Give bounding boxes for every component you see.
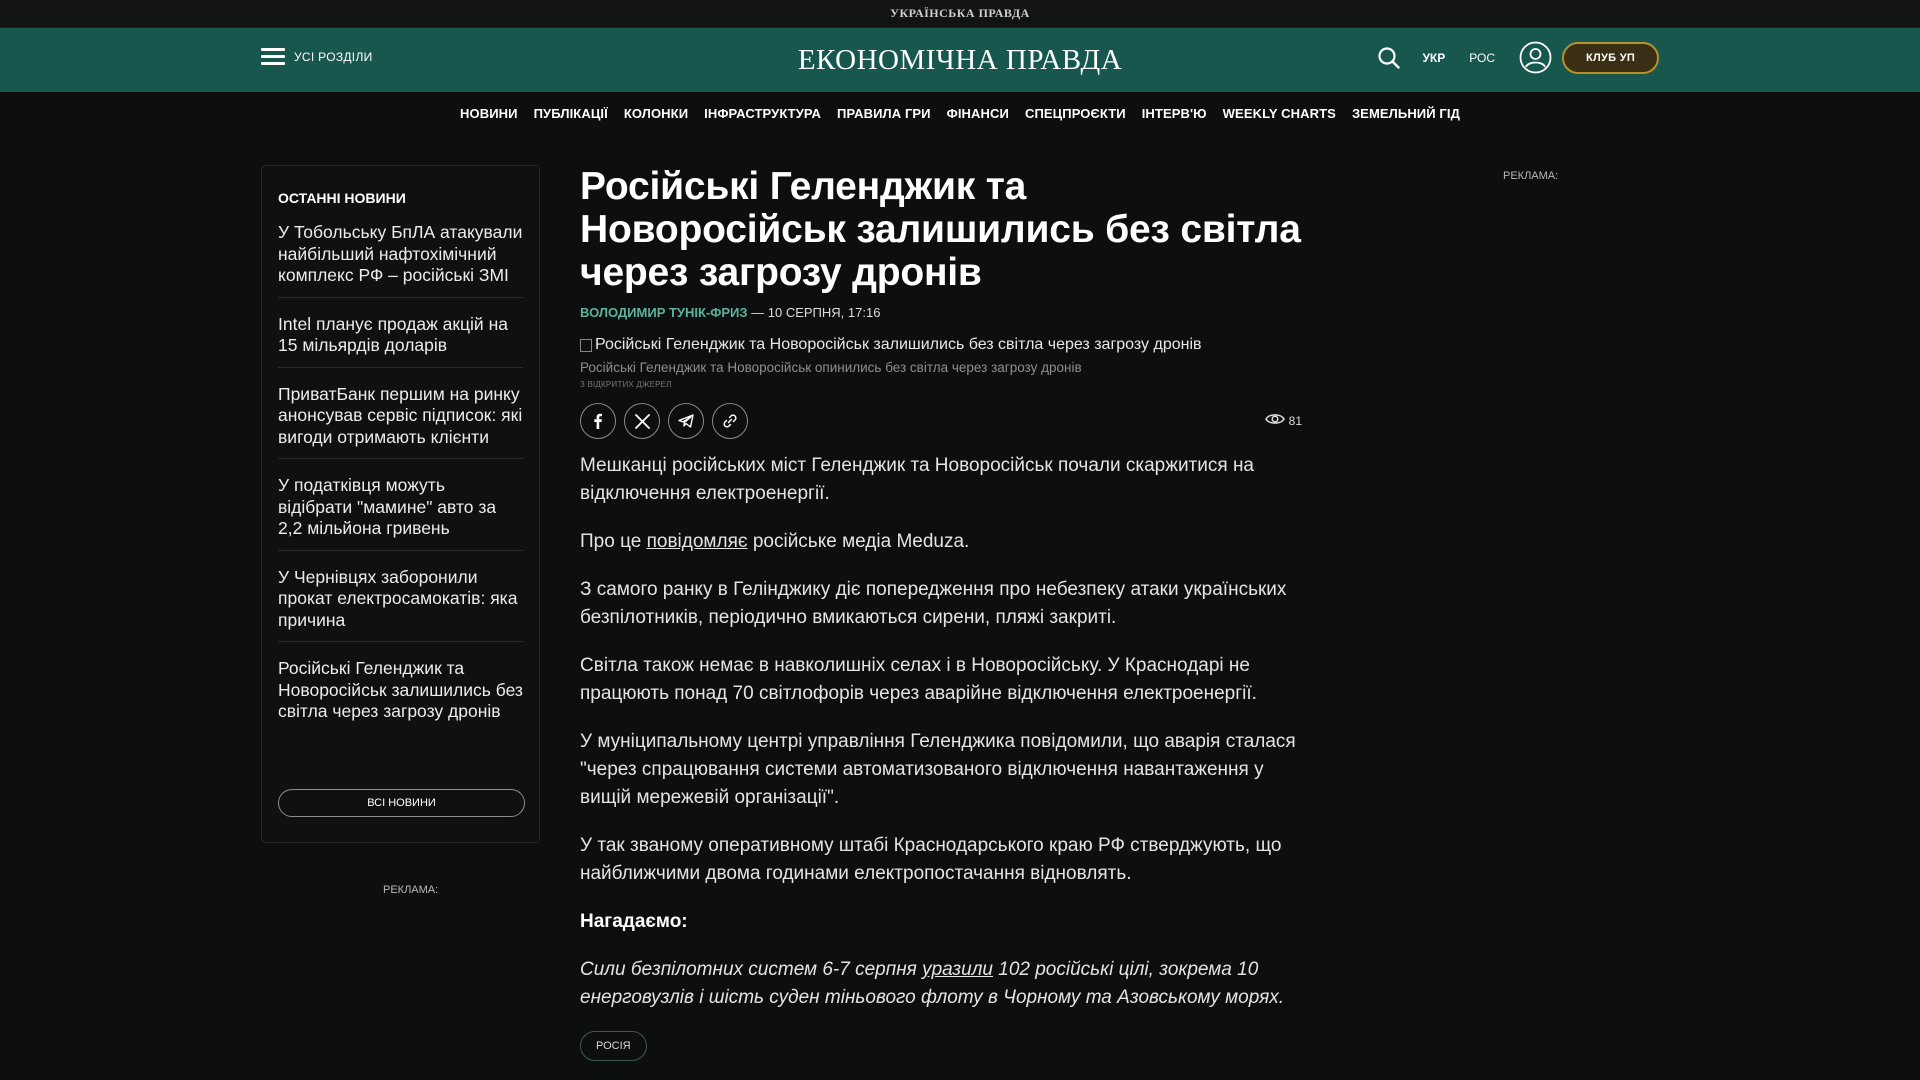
news-item[interactable]: Intel планує продаж акцій на 15 мільярді… bbox=[278, 310, 523, 368]
news-item[interactable]: ПриватБанк першим на ринку анонсував сер… bbox=[278, 380, 523, 459]
top-strip: УКРАЇНСЬКА ПРАВДА bbox=[0, 0, 1920, 28]
views-count: 81 bbox=[1288, 413, 1302, 428]
broken-image-icon bbox=[580, 338, 592, 352]
latest-news-title: ОСТАННІ НОВИНИ bbox=[278, 190, 406, 206]
tag-russia[interactable]: РОСІЯ bbox=[580, 1031, 647, 1061]
reminder-heading: Нагадаємо: bbox=[580, 911, 688, 932]
news-item[interactable]: У Чернівцях заборонили прокат електросам… bbox=[278, 563, 523, 642]
nav-item-news[interactable]: НОВИНИ bbox=[460, 106, 518, 121]
nav-item-infrastructure[interactable]: ІНФРАСТРУКТУРА bbox=[704, 106, 821, 121]
image-alt-text: Російські Геленджик та Новоросійськ зали… bbox=[595, 336, 1202, 353]
news-item[interactable]: Російські Геленджик та Новоросійськ зали… bbox=[278, 654, 523, 733]
news-item[interactable]: У податківця можуть відібрати "мамине" а… bbox=[278, 471, 523, 551]
facebook-icon[interactable] bbox=[580, 403, 616, 439]
lang-ros-link[interactable]: РОС bbox=[1469, 51, 1495, 65]
paragraph: У муніципальному центрі управління Гелен… bbox=[580, 731, 1296, 808]
ad-label-left: РЕКЛАМА: bbox=[383, 884, 439, 896]
main-nav: НОВИНИ ПУБЛІКАЦІЇ КОЛОНКИ ІНФРАСТРУКТУРА… bbox=[0, 92, 1920, 134]
article: Російські Геленджик та Новоросійськ зали… bbox=[580, 165, 1302, 1061]
site-header: УСІ РОЗДІЛИ ЕКОНОМІЧНА ПРАВДА УКР РОС КЛ… bbox=[0, 28, 1920, 92]
paragraph: Світла також немає в навколишніх селах і… bbox=[580, 655, 1257, 704]
nav-item-land-guide[interactable]: ЗЕМЕЛЬНИЙ ГІД bbox=[1352, 106, 1460, 121]
site-network-label[interactable]: УКРАЇНСЬКА ПРАВДА bbox=[890, 6, 1030, 21]
nav-item-publications[interactable]: ПУБЛІКАЦІЇ bbox=[534, 106, 608, 121]
all-news-button[interactable]: ВСІ НОВИНИ bbox=[278, 789, 525, 817]
nav-item-columns[interactable]: КОЛОНКИ bbox=[624, 106, 688, 121]
article-byline: ВОЛОДИМИР ТУНІК-ФРИЗ — 10 СЕРПНЯ, 17:16 bbox=[580, 305, 1302, 320]
nav-item-interview[interactable]: ІНТЕРВ'Ю bbox=[1142, 106, 1207, 121]
author-link[interactable]: ВОЛОДИМИР ТУНІК-ФРИЗ bbox=[580, 305, 748, 320]
image-source: З ВІДКРИТИХ ДЖЕРЕЛ bbox=[580, 380, 672, 389]
search-icon[interactable] bbox=[1376, 45, 1402, 71]
telegram-icon[interactable] bbox=[668, 403, 704, 439]
x-icon[interactable] bbox=[624, 403, 660, 439]
share-bar: 81 bbox=[580, 403, 1302, 439]
nav-item-finance[interactable]: ФІНАНСИ bbox=[947, 106, 1009, 121]
related-link[interactable]: уразили bbox=[922, 959, 993, 980]
latest-news-sidebar: ОСТАННІ НОВИНИ У Тобольську БпЛА атакува… bbox=[261, 165, 540, 843]
source-link[interactable]: повідомляє bbox=[647, 531, 748, 552]
paragraph: З самого ранку в Гелінджику діє попередж… bbox=[580, 579, 1287, 628]
header-actions: УКР РОС КЛУБ УП bbox=[1376, 41, 1659, 74]
paragraph: Мешканці російських міст Геленджик та Но… bbox=[580, 455, 1254, 504]
nav-item-special-projects[interactable]: СПЕЦПРОЄКТИ bbox=[1025, 106, 1126, 121]
nav-item-rules[interactable]: ПРАВИЛА ГРИ bbox=[837, 106, 931, 121]
article-image: Російські Геленджик та Новоросійськ зали… bbox=[580, 336, 1302, 354]
lang-ukr-link[interactable]: УКР bbox=[1422, 51, 1445, 65]
reminder-paragraph: Сили безпілотних систем 6-7 серпня урази… bbox=[580, 959, 1285, 1008]
nav-item-weekly-charts[interactable]: WEEKLY CHARTS bbox=[1223, 106, 1336, 121]
views-counter: 81 bbox=[1264, 412, 1302, 429]
article-title: Російські Геленджик та Новоросійськ зали… bbox=[580, 165, 1301, 294]
article-body: Мешканці російських міст Геленджик та Но… bbox=[580, 452, 1302, 1061]
news-item[interactable]: У Тобольську БпЛА атакували найбільший н… bbox=[278, 218, 523, 298]
club-up-button[interactable]: КЛУБ УП bbox=[1562, 41, 1659, 74]
article-date: — 10 СЕРПНЯ, 17:16 bbox=[747, 305, 881, 320]
paragraph: У так званому оперативному штабі Краснод… bbox=[580, 835, 1282, 884]
user-account-icon[interactable] bbox=[1519, 41, 1552, 74]
link-icon[interactable] bbox=[712, 403, 748, 439]
ad-label-right: РЕКЛАМА: bbox=[1503, 170, 1559, 182]
image-caption: Російські Геленджик та Новоросійськ опин… bbox=[580, 360, 1082, 375]
eye-icon bbox=[1264, 412, 1285, 429]
paragraph: Про це повідомляє російське медіа Meduza… bbox=[580, 531, 970, 552]
